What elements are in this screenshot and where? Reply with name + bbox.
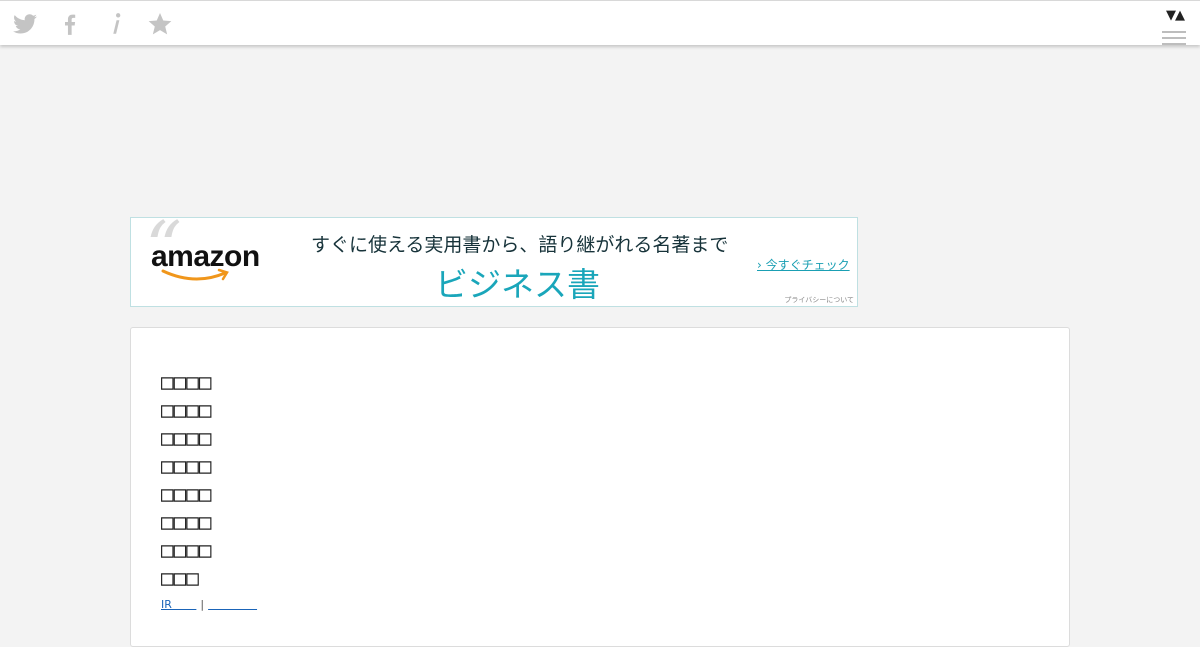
hamburger-menu-icon[interactable] bbox=[1162, 31, 1186, 47]
content-line: □□□□ bbox=[161, 398, 212, 422]
ad-headline: すぐに使える実用書から、語り継がれる名著まで bbox=[311, 234, 729, 256]
ad-cta-link[interactable]: › 今すぐチェック bbox=[757, 256, 850, 273]
twitter-icon[interactable] bbox=[12, 11, 38, 37]
footer-link-ir[interactable]: IR bbox=[161, 598, 196, 611]
amazon-smile-icon bbox=[161, 268, 229, 281]
ad-privacy-link[interactable]: プライバシーについて bbox=[784, 295, 854, 305]
footer-separator: | bbox=[200, 598, 205, 611]
facebook-icon[interactable] bbox=[57, 11, 83, 37]
top-toolbar: ▼▲ bbox=[0, 0, 1200, 45]
content-line: □□□□ bbox=[161, 370, 212, 394]
content-lines: □□□□ □□□□ □□□□ □□□□ □□□□ □□□□ □□□□ □□□ bbox=[161, 368, 212, 592]
content-line: □□□□ bbox=[161, 538, 212, 562]
content-card: □□□□ □□□□ □□□□ □□□□ □□□□ □□□□ □□□□ □□□ I… bbox=[130, 327, 1070, 647]
info-icon[interactable] bbox=[103, 11, 129, 37]
ad-main-text: ビジネス書 bbox=[435, 265, 600, 304]
content-line: □□□□ bbox=[161, 426, 212, 450]
footer-links: IR | bbox=[161, 598, 257, 611]
amazon-ad-banner[interactable]: “ amazon すぐに使える実用書から、語り継がれる名著まで ビジネス書 › … bbox=[130, 212, 858, 307]
content-line: □□□□ bbox=[161, 482, 212, 506]
sort-toggle[interactable]: ▼▲ bbox=[1166, 8, 1185, 24]
content-line: □□□□ bbox=[161, 454, 212, 478]
footer-link-2[interactable] bbox=[208, 598, 257, 611]
content-line: □□□□ bbox=[161, 510, 212, 534]
content-line: □□□ bbox=[161, 566, 199, 590]
star-icon[interactable] bbox=[147, 11, 173, 37]
